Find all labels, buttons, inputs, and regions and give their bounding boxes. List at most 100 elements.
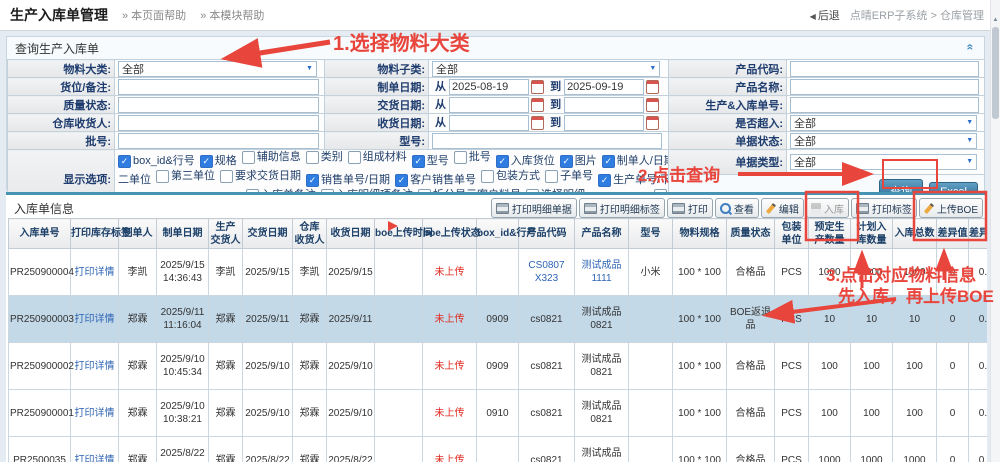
table-cell: 2025/9/10 [243,390,293,437]
breadcrumb[interactable]: 点晴ERP子系统 > 仓库管理 [850,7,984,23]
calendar-icon[interactable] [531,80,544,94]
receive-date-from-input[interactable] [449,115,529,131]
location-remark-input[interactable] [118,79,319,95]
checkbox-icon[interactable] [545,170,558,183]
display-option[interactable]: 要求交货日期 [220,169,301,184]
checkbox-icon[interactable]: ✓ [602,155,615,168]
display-option[interactable]: 子单号 [545,169,593,184]
collapse-icon[interactable]: « [964,44,978,51]
batch-number-input[interactable] [118,133,319,149]
model-input[interactable] [432,133,662,149]
table-cell: 100 * 100 [673,343,727,390]
checkbox-icon[interactable]: ✓ [496,155,509,168]
checkbox-icon[interactable]: ✓ [395,174,408,187]
table-cell: 合格品 [727,390,775,437]
delivery-date-to-input[interactable] [564,97,644,113]
toolbar-button-7[interactable]: 上传BOE [919,198,983,218]
material-subcategory-select[interactable]: 全部▼ [432,61,660,77]
table-row[interactable]: PR250900004打印详情李凯2025/9/1514:36:43李凯2025… [9,249,988,296]
print-detail-link[interactable]: 打印详情 [71,390,119,437]
scroll-up-icon[interactable]: ▲ [991,17,1000,23]
view-icon [720,203,731,214]
display-option[interactable]: 组成材料 [348,150,407,165]
toolbar-button-4[interactable]: 编辑 [761,198,804,218]
checkbox-icon[interactable]: ✓ [560,155,573,168]
product-name-input[interactable] [790,79,979,95]
display-option[interactable]: 辅助信息 [242,150,301,165]
table-cell: 100 * 100 [673,390,727,437]
checkbox-icon[interactable] [220,170,233,183]
display-option[interactable]: ✓入库货位 [496,154,555,169]
checkbox-icon[interactable] [156,170,169,183]
doc-type-select[interactable]: 全部▼ [790,154,977,170]
display-option[interactable]: ✓制单人/日期 [602,154,669,169]
display-option[interactable]: 类别 [306,150,343,165]
back-triangle-icon: ◀ [810,12,816,21]
toolbar-button-3[interactable]: 查看 [715,198,759,218]
scrollbar-thumb[interactable] [992,27,999,119]
over-receive-select[interactable]: 全部▼ [790,115,977,131]
display-option[interactable]: 二单位 [118,173,151,188]
field-label: 物料子类: [325,60,429,78]
checkbox-icon[interactable] [481,170,494,183]
create-date-from-input[interactable]: 2025-08-19 [449,79,529,95]
column-header: 制单人 [119,219,157,249]
print-detail-link[interactable]: 打印详情 [71,437,119,462]
toolbar-button-2[interactable]: 打印 [667,198,713,218]
page-scrollbar[interactable]: ▲ [990,0,1000,462]
checkbox-icon[interactable] [348,151,361,164]
checkbox-icon[interactable] [242,151,255,164]
table-row[interactable]: PR250900002打印详情郑霖2025/9/1010:45:34郑霖2025… [9,343,988,390]
table-cell: PCS [775,343,809,390]
display-option[interactable]: ✓规格 [200,154,237,169]
toolbar-button-1[interactable]: 打印明细标签 [579,198,665,218]
calendar-icon[interactable] [646,80,659,94]
print-detail-link[interactable]: 打印详情 [71,296,119,343]
table-row[interactable]: PR250900001打印详情郑霖2025/9/1010:38:21郑霖2025… [9,390,988,437]
display-option[interactable]: ✓销售单号/日期 [306,173,390,188]
create-date-to-input[interactable]: 2025-09-19 [564,79,644,95]
print-detail-link[interactable]: 打印详情 [71,249,119,296]
table-row[interactable]: PR250900003打印详情郑霖2025/9/1111:16:04郑霖2025… [9,296,988,343]
quality-status-input[interactable] [118,97,319,113]
display-option[interactable]: 批号 [454,150,491,165]
toolbar-button-5[interactable]: 入库 [806,198,849,218]
toolbar-button-6[interactable]: 打印标签 [851,198,917,218]
checkbox-icon[interactable] [306,151,319,164]
checkbox-icon[interactable]: ✓ [412,155,425,168]
page-help-link[interactable]: » 本页面帮助 [122,7,186,23]
checkbox-icon[interactable]: ✓ [200,155,213,168]
table-row[interactable]: PR2500035打印详情郑霖2025/8/2215:43:58郑霖2025/8… [9,437,988,462]
display-option[interactable]: ✓客户销售单号 [395,173,476,188]
calendar-icon[interactable] [646,116,659,130]
display-option[interactable]: ✓生产单号/下单日期 [598,173,668,188]
print-detail-link[interactable]: 打印详情 [71,343,119,390]
module-help-link[interactable]: » 本模块帮助 [200,7,264,23]
product-code-input[interactable] [790,61,979,77]
display-option[interactable]: 第三单位 [156,169,215,184]
toolbar-button-0[interactable]: 打印明细单据 [491,198,577,218]
checkbox-icon[interactable] [454,151,467,164]
receive-date-to-input[interactable] [564,115,644,131]
print-detail-link[interactable]: 测试成品1111 [575,249,629,296]
checkbox-icon[interactable]: ✓ [598,174,611,187]
display-option[interactable]: ✓型号 [412,154,449,169]
warehouse-receiver-input[interactable] [118,115,319,131]
field-label: 产品名称: [669,78,787,96]
table-cell: cs0821 [519,343,575,390]
back-button[interactable]: ◀后退 [810,7,840,23]
display-option[interactable]: ✓图片 [560,154,597,169]
checkbox-icon[interactable]: ✓ [118,155,131,168]
display-option[interactable]: ✓box_id&行号 [118,154,195,169]
print-detail-link[interactable]: CS0807X323 [519,249,575,296]
calendar-icon[interactable] [646,98,659,112]
calendar-icon[interactable] [531,98,544,112]
order-number-input[interactable] [790,97,979,113]
calendar-icon[interactable] [531,116,544,130]
checkbox-icon[interactable]: ✓ [306,174,319,187]
delivery-date-from-input[interactable] [449,97,529,113]
material-category-select[interactable]: 全部▼ [118,61,317,77]
table-cell: 0910 [477,390,519,437]
doc-status-select[interactable]: 全部▼ [790,133,977,149]
display-option[interactable]: 包装方式 [481,169,540,184]
